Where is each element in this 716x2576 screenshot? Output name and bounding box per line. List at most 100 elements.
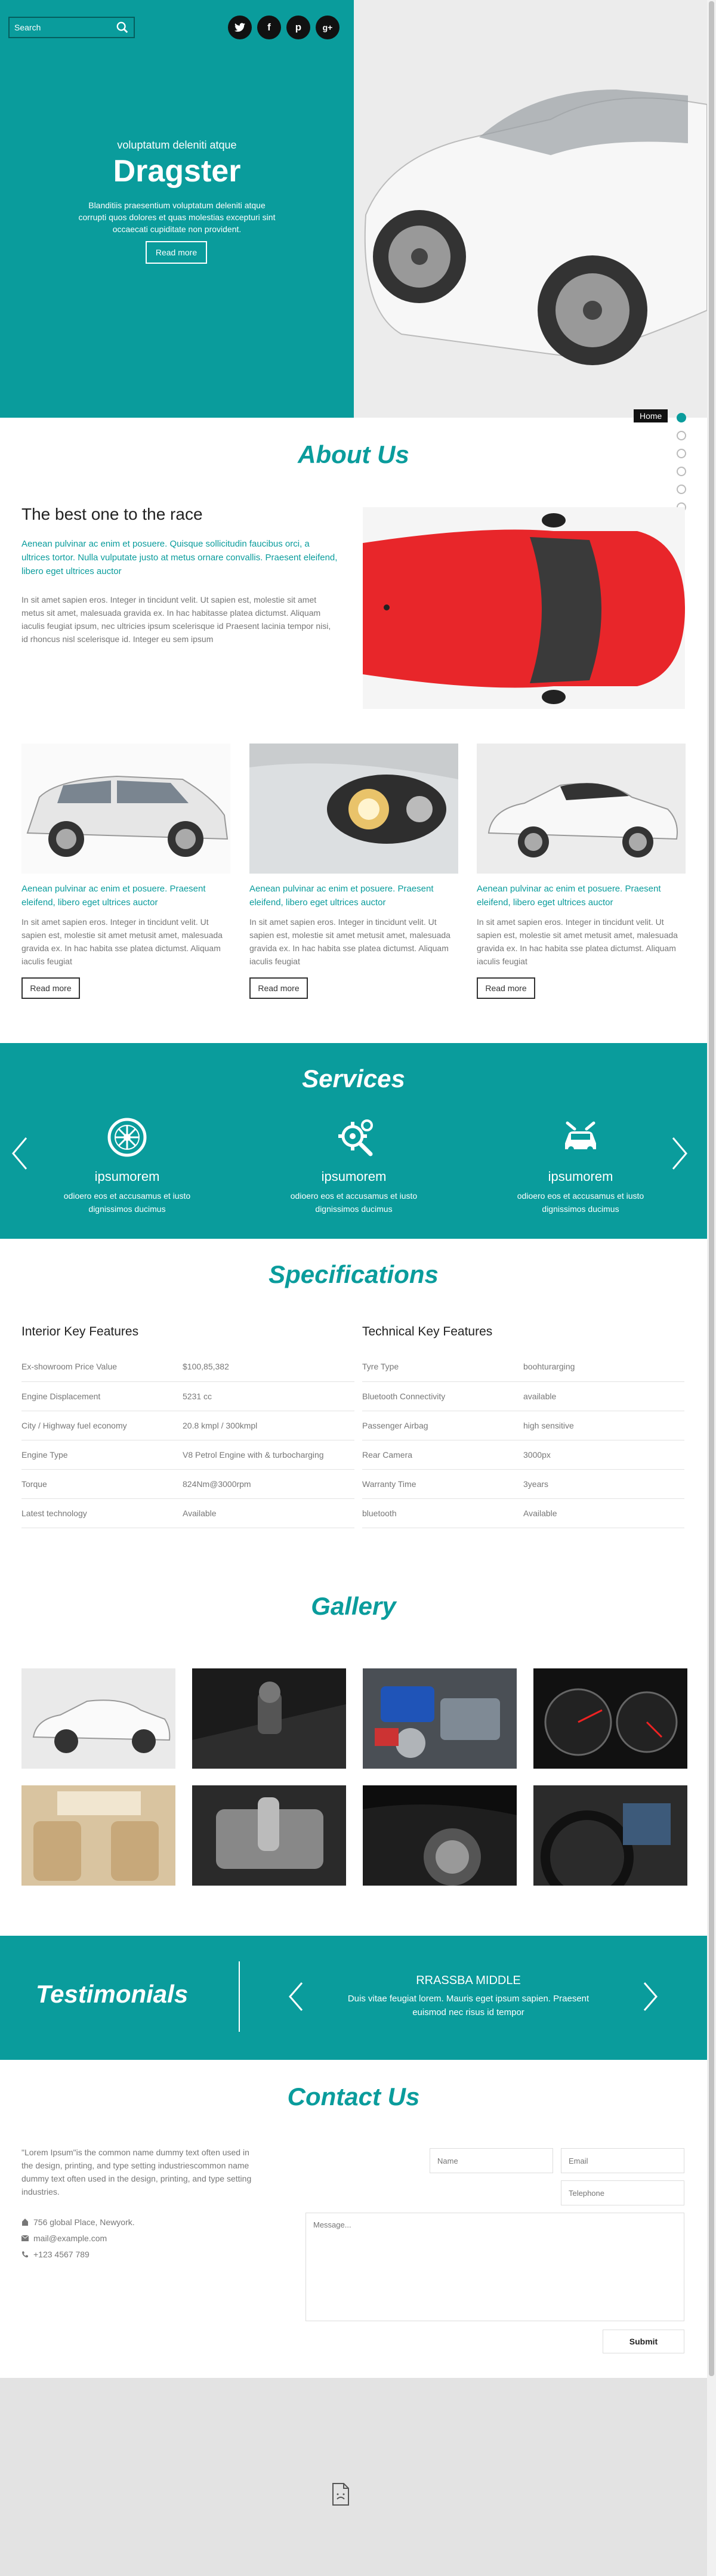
home-icon: [22, 2219, 28, 2226]
card-lead: Aenean pulvinar ac enim et posuere. Prae…: [249, 884, 434, 908]
card-text: In sit amet sapien eros. Integer in tinc…: [477, 917, 678, 966]
interior-features-heading: Interior Key Features: [21, 1325, 139, 1338]
table-row: bluetooth Available: [362, 1498, 684, 1528]
card-read-more-button[interactable]: Read more: [21, 977, 80, 999]
search-icon[interactable]: [116, 21, 129, 34]
spec-label: Ex-showroom Price Value: [21, 1352, 183, 1382]
table-row: Latest technology Available: [21, 1498, 354, 1528]
table-row: Bluetooth Connectivity available: [362, 1381, 684, 1411]
facebook-icon[interactable]: f: [257, 16, 281, 39]
spec-label: Bluetooth Connectivity: [362, 1381, 523, 1411]
google-plus-icon[interactable]: g+: [316, 16, 340, 39]
table-row: Engine Displacement 5231 cc: [21, 1381, 354, 1411]
search-box[interactable]: [8, 17, 135, 38]
wheel-icon: [107, 1118, 147, 1157]
spec-value: 20.8 kmpl / 300kmpl: [183, 1411, 354, 1440]
testimonials-prev-arrow-icon[interactable]: [288, 1982, 304, 2012]
contact-address-text: 756 global Place, Newyork.: [33, 2217, 135, 2227]
spec-value: high sensitive: [523, 1411, 684, 1440]
phone-icon: [22, 2251, 28, 2258]
spec-label: Latest technology: [21, 1498, 183, 1528]
suv-image: [21, 744, 230, 874]
table-row: Engine Type V8 Petrol Engine with & turbo…: [21, 1440, 354, 1470]
scrollbar-thumb[interactable]: [709, 1, 714, 2376]
hero-read-more-button[interactable]: Read more: [146, 241, 207, 264]
social-links: f p g+: [228, 16, 340, 39]
gallery-image-gear-shift[interactable]: [192, 1668, 346, 1769]
contact-title: Contact Us: [287, 2083, 420, 2111]
hero-subtitle: voluptatum deleniti atque: [117, 139, 237, 151]
card-read-more-button[interactable]: Read more: [477, 977, 535, 999]
side-nav-dot-5[interactable]: [677, 485, 686, 494]
card-lead: Aenean pulvinar ac enim et posuere. Prae…: [21, 884, 206, 908]
table-row: Tyre Type boohturarging: [362, 1352, 684, 1382]
card-text: In sit amet sapien eros. Integer in tinc…: [21, 917, 223, 966]
about-red-car-image: [363, 507, 685, 709]
service-text: odioero eos et accusamus et iusto dignis…: [290, 1191, 418, 1214]
spec-label: Tyre Type: [362, 1352, 523, 1382]
car-repair-icon: [565, 1121, 596, 1152]
feature-card-3: Aenean pulvinar ac enim et posuere. Prae…: [477, 744, 686, 999]
hero-title: Dragster: [113, 154, 241, 189]
feature-card-1: Aenean pulvinar ac enim et posuere. Prae…: [21, 744, 230, 999]
service-name: ipsumorem: [94, 1169, 160, 1184]
search-input[interactable]: [14, 23, 116, 32]
convertible-image: [477, 744, 686, 874]
services-section: Services ipsumorem odioero eos et accusa…: [0, 1043, 707, 1239]
contact-email-text[interactable]: mail@example.com: [33, 2233, 107, 2243]
spec-label: Warranty Time: [362, 1469, 523, 1499]
table-row: Ex-showroom Price Value $100,85,382: [21, 1352, 354, 1382]
services-title: Services: [302, 1065, 405, 1093]
testimonials-next-arrow-icon[interactable]: [643, 1982, 658, 2012]
telephone-field[interactable]: [561, 2180, 684, 2205]
card-read-more-button[interactable]: Read more: [249, 977, 308, 999]
envelope-icon: [21, 2235, 29, 2241]
spec-value: 3000px: [523, 1440, 684, 1470]
contact-text: "Lorem Ipsum"is the common name dummy te…: [21, 2148, 252, 2196]
testimonial-name: RRASSBA MIDDLE: [416, 1974, 521, 1987]
table-row: Warranty Time 3years: [362, 1469, 684, 1499]
message-field[interactable]: [305, 2213, 684, 2321]
gallery-image-steering[interactable]: [533, 1785, 687, 1886]
email-field[interactable]: [561, 2148, 684, 2173]
name-field[interactable]: [430, 2148, 553, 2173]
card-lead: Aenean pulvinar ac enim et posuere. Prae…: [477, 884, 661, 908]
about-heading: The best one to the race: [21, 505, 203, 523]
gallery-image-gear-lever[interactable]: [192, 1785, 346, 1886]
pinterest-icon[interactable]: p: [286, 16, 310, 39]
submit-button[interactable]: Submit: [603, 2330, 684, 2353]
technical-features-table: Tyre Type boohturarging Bluetooth Connect…: [362, 1352, 684, 1528]
spec-label: Torque: [21, 1469, 183, 1499]
spec-label: Engine Type: [21, 1440, 183, 1470]
gallery-image-engine[interactable]: [363, 1668, 517, 1769]
table-row: Rear Camera 3000px: [362, 1440, 684, 1470]
table-row: City / Highway fuel economy 20.8 kmpl / 3…: [21, 1411, 354, 1440]
gallery-image-black-car[interactable]: [363, 1785, 517, 1886]
spec-value: boohturarging: [523, 1352, 684, 1382]
gallery-image-dashboard[interactable]: [533, 1668, 687, 1769]
gallery-image-interior[interactable]: [21, 1785, 175, 1886]
about-lead: Aenean pulvinar ac enim et posuere. Quis…: [21, 539, 338, 576]
spec-label: Rear Camera: [362, 1440, 523, 1470]
spec-label: Engine Displacement: [21, 1381, 183, 1411]
side-nav-dot-2[interactable]: [677, 431, 686, 440]
spec-value: 5231 cc: [183, 1381, 354, 1411]
service-name: ipsumorem: [548, 1169, 613, 1184]
services-next-arrow-icon[interactable]: [671, 1137, 689, 1170]
side-nav-home-tooltip: Home: [634, 409, 668, 422]
specifications-title: Specifications: [268, 1260, 439, 1288]
service-text: odioero eos et accusamus et iusto dignis…: [63, 1191, 191, 1214]
services-prev-arrow-icon[interactable]: [11, 1137, 29, 1170]
table-row: Torque 824Nm@3000rpm: [21, 1469, 354, 1499]
hero-text: Blanditiis praesentium voluptatum deleni…: [78, 200, 276, 234]
side-nav-dot-1[interactable]: [677, 413, 686, 422]
footer: [0, 2378, 707, 2576]
service-item-1: ipsumorem odioero eos et accusamus et iu…: [53, 1113, 202, 1215]
interior-features-table: Ex-showroom Price Value $100,85,382 Engin…: [21, 1352, 354, 1528]
gallery-image-convertible[interactable]: [21, 1668, 175, 1769]
spec-value: V8 Petrol Engine with & turbocharging: [183, 1440, 354, 1470]
spec-value: 3years: [523, 1469, 684, 1499]
hero-section: f p g+ voluptatum deleniti atque Dragste…: [0, 0, 707, 418]
twitter-icon[interactable]: [228, 16, 252, 39]
spec-value: $100,85,382: [183, 1352, 354, 1382]
